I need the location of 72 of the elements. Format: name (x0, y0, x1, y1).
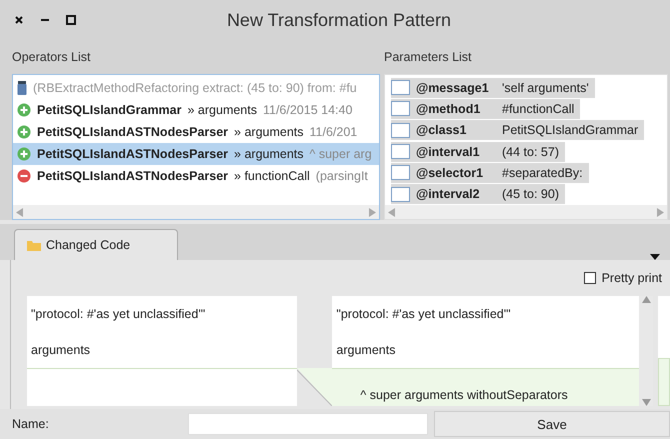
code-line: arguments (335, 342, 396, 359)
method-name: » arguments (234, 147, 304, 161)
parameter-value: (44 to: 57) (502, 144, 559, 159)
checkbox[interactable] (391, 122, 410, 138)
tab[interactable]: Changed Code (14, 229, 178, 260)
checkbox[interactable] (391, 186, 410, 202)
parameter-item[interactable]: @class1 PetitSQLIslandGrammar (391, 120, 644, 140)
operator-item[interactable]: PetitSQLIslandASTNodesParser » arguments 11/6/201 (13, 121, 379, 143)
list-label: Parameters List (384, 49, 473, 66)
parameter-value: (45 to: 90) (502, 187, 559, 202)
down-arrow-icon (642, 399, 651, 406)
plus-icon (17, 103, 31, 117)
diff-connector-drawing (297, 368, 332, 406)
operator-detail: 11/6/201 (310, 125, 358, 139)
parameter-name: @selector1 (416, 166, 484, 180)
maximize-icon (66, 15, 76, 25)
parameter-name: @method1 (416, 102, 482, 116)
class-name: PetitSQLIslandASTNodesParser (37, 147, 228, 161)
list-label: Operators List (12, 49, 92, 66)
window-title: New Transformation Pattern (226, 10, 452, 30)
parameter-item[interactable]: @method1 #functionCall (391, 98, 580, 119)
class-name: PetitSQLIslandASTNodesParser (37, 125, 228, 139)
horizontal-scrollbar[interactable] (385, 205, 667, 219)
right-arrow-icon (657, 208, 664, 216)
parameter-value: PetitSQLIslandGrammar (502, 123, 638, 138)
operator-item[interactable]: PetitSQLIslandASTNodesParser » functionCall (parsingIt (13, 165, 379, 187)
parameter-name: @interval2 (416, 187, 481, 202)
left-arrow-icon (388, 208, 395, 216)
parameter-item[interactable]: @selector1 #separatedBy: (391, 162, 589, 183)
plus-icon (17, 147, 31, 161)
parameter-item[interactable]: @interval2 (45 to: 90) (391, 184, 565, 204)
parameter-item[interactable]: @interval1 (44 to: 57) (391, 142, 565, 162)
name-label: Name: (12, 417, 50, 431)
parameter-item[interactable]: @message1 'self arguments' (391, 78, 595, 98)
checkbox[interactable] (391, 144, 410, 160)
parameter-value: #separatedBy: (502, 166, 583, 180)
pretty-print-checkbox[interactable] (584, 272, 596, 284)
operator-detail: 11/6/2015 14:40 (262, 103, 352, 117)
dropdown-arrow-icon (650, 254, 660, 260)
operator-text: (RBExtractMethodRefactoring extract: (45 to: 90) from: #fu (33, 81, 357, 95)
up-arrow-icon (642, 296, 651, 303)
method-name: » arguments (188, 103, 257, 117)
code-line: arguments (30, 342, 92, 359)
left-arrow-icon (16, 208, 23, 216)
parameter-name: @message1 (416, 80, 490, 95)
checkbox[interactable] (391, 80, 410, 96)
operator-detail: (parsingIt (316, 169, 368, 183)
code-line: "protocol: #'as yet unclassified'" (335, 306, 512, 323)
parameter-name: @class1 (416, 123, 468, 138)
checkbox[interactable] (391, 165, 410, 180)
jar-icon (17, 81, 27, 95)
name-field[interactable] (188, 413, 428, 435)
right-arrow-icon (369, 208, 376, 216)
parameter-value: #functionCall (502, 102, 574, 116)
parameter-value: 'self arguments' (502, 80, 589, 95)
class-name: PetitSQLIslandASTNodesParser (37, 169, 228, 183)
folder-icon (27, 240, 41, 250)
close-icon (14, 15, 24, 25)
operator-item[interactable]: PetitSQLIslandGrammar » arguments 11/6/2015 14:40 (13, 99, 379, 121)
parameter-name: @interval1 (416, 144, 481, 159)
save-button[interactable]: Save (434, 411, 670, 437)
checkbox[interactable] (391, 101, 410, 116)
code-line: "protocol: #'as yet unclassified'" (30, 306, 206, 323)
checkbox-label: Pretty print (602, 271, 662, 285)
plus-icon (17, 125, 31, 139)
method-name: » arguments (234, 125, 304, 139)
operator-detail: ^ super arg (310, 147, 372, 161)
operator-item[interactable]: PetitSQLIslandASTNodesParser » arguments ^ super arg (13, 143, 379, 165)
horizontal-scrollbar[interactable] (13, 205, 379, 219)
class-name: PetitSQLIslandGrammar (37, 103, 182, 117)
method-name: » functionCall (234, 169, 310, 183)
minus-icon (17, 169, 31, 183)
